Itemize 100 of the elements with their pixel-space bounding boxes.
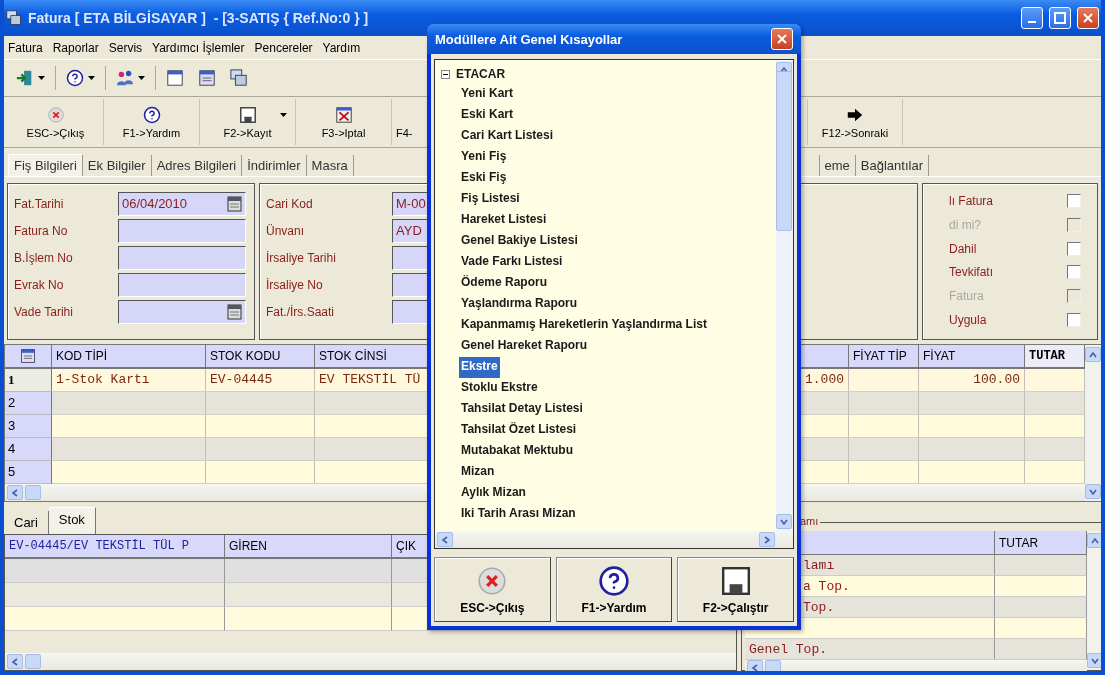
tree-item[interactable]: Eski Fiş bbox=[459, 168, 509, 189]
exit-door-icon bbox=[16, 69, 34, 87]
scroll-thumb[interactable] bbox=[25, 485, 41, 500]
tree-item[interactable]: Iki Tarih Arası Mizan bbox=[459, 504, 578, 525]
toolbar-button[interactable]: F12->Sonraki bbox=[807, 99, 903, 145]
caret-icon[interactable] bbox=[38, 76, 45, 80]
stacked-windows-icon bbox=[6, 10, 22, 26]
tree-item[interactable]: Yaşlandırma Raporu bbox=[459, 294, 580, 315]
tree-item[interactable]: Yeni Fiş bbox=[459, 147, 509, 168]
toolbar-button[interactable]: F1->Yardım bbox=[104, 99, 200, 145]
column-header[interactable]: GİREN bbox=[225, 535, 392, 559]
tree-item[interactable]: Hareket Listesi bbox=[459, 210, 549, 231]
table-cell bbox=[849, 392, 919, 415]
toolbar-button[interactable]: F3->Iptal bbox=[296, 99, 392, 145]
close-button[interactable] bbox=[1077, 7, 1099, 29]
tab[interactable]: İndirimler bbox=[242, 155, 307, 176]
tab[interactable]: Ek Bilgiler bbox=[82, 155, 152, 176]
field-label: İrsaliye Tarihi bbox=[266, 250, 337, 265]
checkbox[interactable] bbox=[1067, 265, 1081, 280]
scroll-up-button[interactable] bbox=[1085, 347, 1101, 362]
tab[interactable]: Adres Bilgileri bbox=[151, 155, 243, 176]
tree-item[interactable]: Mutabakat Mektubu bbox=[459, 441, 575, 462]
tree-item[interactable]: Tahsilat Özet Listesi bbox=[459, 420, 579, 441]
collapse-icon[interactable] bbox=[441, 69, 450, 79]
field-label: Evrak No bbox=[14, 277, 65, 292]
input-field[interactable] bbox=[118, 218, 246, 243]
column-header[interactable]: FİYAT TİP bbox=[849, 345, 919, 369]
scroll-thumb[interactable] bbox=[776, 70, 792, 231]
tree-item[interactable]: Yeni Kart bbox=[459, 84, 516, 105]
maximize-icon bbox=[1054, 12, 1066, 24]
menu-item[interactable]: Pencereler bbox=[254, 40, 313, 55]
dialog-button[interactable]: F2->Çalıştır bbox=[677, 557, 794, 622]
tab[interactable]: Stok bbox=[48, 507, 96, 534]
tree-item[interactable]: Aylık Mizan bbox=[459, 483, 528, 504]
column-header[interactable]: EV-04445/EV TEKSTİL TÜL P bbox=[5, 535, 225, 559]
dialog-button[interactable]: ESC->Çıkış bbox=[434, 557, 551, 622]
dialog-button[interactable]: F1->Yardım bbox=[555, 557, 673, 622]
checkbox[interactable] bbox=[1067, 312, 1081, 327]
calendar-icon bbox=[227, 303, 242, 320]
tree-item[interactable]: Fiş Listesi bbox=[459, 189, 522, 210]
column-header[interactable]: FİYAT bbox=[919, 345, 1025, 369]
checkbox[interactable] bbox=[1067, 241, 1081, 256]
caret-icon[interactable] bbox=[88, 76, 95, 80]
tree-item[interactable]: Ekstre bbox=[459, 357, 500, 378]
tree-item[interactable]: Kapanmamış Hareketlerin Yaşlandırma List bbox=[459, 315, 709, 336]
menu-item[interactable]: Servis bbox=[108, 40, 143, 55]
column-header[interactable]: STOK KODU bbox=[206, 345, 315, 369]
menu-item[interactable]: Fatura bbox=[8, 40, 43, 55]
scroll-down-button[interactable] bbox=[776, 514, 792, 529]
menu-item[interactable]: Yardım bbox=[322, 40, 361, 55]
column-header[interactable]: TUTAR bbox=[1025, 345, 1085, 369]
tree-item[interactable]: Genel Hareket Raporu bbox=[459, 336, 590, 357]
field-label: Vade Tarihi bbox=[14, 304, 74, 319]
maximize-button[interactable] bbox=[1049, 7, 1071, 29]
tree-item[interactable]: Cari Kart Listesi bbox=[459, 126, 556, 147]
input-field[interactable]: 06/04/2010 bbox=[118, 191, 246, 216]
tree-item[interactable]: Genel Bakiye Listesi bbox=[459, 231, 580, 252]
caret-icon[interactable] bbox=[138, 76, 145, 80]
scroll-up-button[interactable] bbox=[1087, 533, 1101, 548]
tab[interactable]: eme bbox=[818, 155, 856, 176]
minimize-button[interactable] bbox=[1021, 7, 1043, 29]
option-label: di mi? bbox=[949, 218, 982, 232]
close-button[interactable] bbox=[771, 28, 793, 50]
checkbox[interactable] bbox=[1067, 194, 1081, 209]
scroll-left-button[interactable] bbox=[747, 660, 763, 671]
cancel-icon bbox=[476, 564, 509, 597]
tree-item[interactable]: ETACAR bbox=[456, 67, 506, 81]
scroll-left-button[interactable] bbox=[7, 485, 23, 500]
scroll-thumb[interactable] bbox=[25, 654, 41, 669]
column-header[interactable]: KOD TİPİ bbox=[52, 345, 206, 369]
tree-item[interactable]: Vade Farkı Listesi bbox=[459, 252, 565, 273]
row-number: 4 bbox=[5, 438, 52, 461]
menu-item[interactable]: Yardımcı İşlemler bbox=[152, 40, 245, 55]
tree-item[interactable]: Ödeme Raporu bbox=[459, 273, 549, 294]
scroll-thumb[interactable] bbox=[765, 660, 781, 671]
caret-icon[interactable] bbox=[280, 113, 287, 117]
tab[interactable]: Fiş Bilgileri bbox=[8, 154, 83, 176]
option-label: Fatura bbox=[949, 289, 985, 303]
field-label: Cari Kod bbox=[266, 196, 314, 211]
option-label: Tevkifatı bbox=[949, 265, 994, 280]
scroll-down-button[interactable] bbox=[1085, 484, 1101, 499]
toolbar-button[interactable]: ESC->Çıkış bbox=[8, 99, 104, 145]
tree-item[interactable]: Eski Kart bbox=[459, 105, 516, 126]
toolbar-button[interactable]: F2->Kayıt bbox=[200, 99, 296, 145]
scroll-left-button[interactable] bbox=[437, 532, 453, 547]
menu-item[interactable]: Raporlar bbox=[52, 40, 99, 55]
scroll-left-button[interactable] bbox=[7, 654, 23, 669]
input-field[interactable] bbox=[118, 245, 246, 270]
input-field[interactable] bbox=[118, 299, 246, 324]
scroll-right-button[interactable] bbox=[759, 532, 775, 547]
tab[interactable]: Bağlantılar bbox=[855, 155, 929, 176]
input-field[interactable] bbox=[118, 272, 246, 297]
tree-item[interactable]: Tahsilat Detay Listesi bbox=[459, 399, 585, 420]
row-number: 1 bbox=[5, 369, 52, 392]
tab[interactable]: Masra bbox=[306, 155, 354, 176]
scroll-down-button[interactable] bbox=[1087, 653, 1101, 668]
people-icon bbox=[116, 69, 134, 87]
dialog-title: Modüllere Ait Genel Kısayollar bbox=[435, 31, 623, 47]
column-header[interactable]: TUTAR bbox=[995, 531, 1087, 555]
tree-item[interactable]: Mizan bbox=[459, 462, 497, 483]
